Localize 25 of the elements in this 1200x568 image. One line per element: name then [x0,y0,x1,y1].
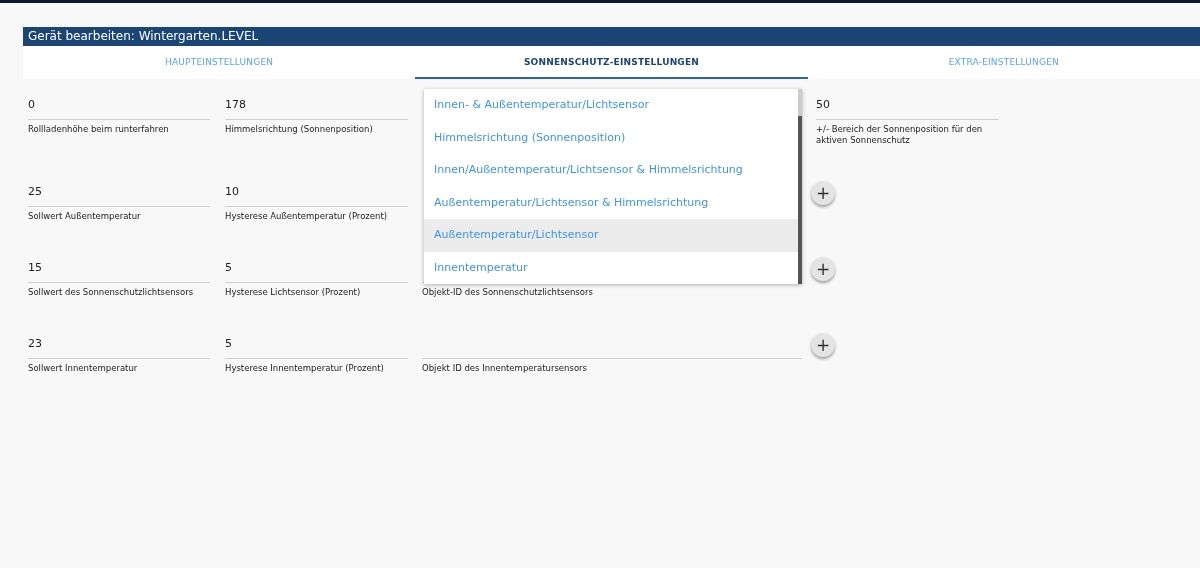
dialog-title: Gerät bearbeiten: Wintergarten.LEVEL [23,27,1200,46]
input-field[interactable]: 25 [28,184,210,207]
input-field[interactable]: 15 [28,260,210,283]
add-button[interactable]: + [811,181,835,205]
field-label: Sollwert des Sonnenschutzlichtsensors [28,287,195,298]
field-label: Objekt-ID des Sonnenschutzlichtsensors [422,287,594,298]
field-label: Sollwert Außentemperatur [28,211,142,222]
input-field[interactable]: 10 [225,184,408,207]
scrollbar-thumb[interactable] [798,116,802,284]
input-field[interactable]: 178 [225,97,408,120]
field-label: Sollwert Innentemperatur [28,363,139,374]
field-label: Hysterese Innentemperatur (Prozent) [225,363,385,374]
field-label: Hysterese Außentemperatur (Prozent) [225,211,389,222]
field-label: Himmelsrichtung (Sonnenposition) [225,124,374,135]
input-field[interactable]: 5 [225,336,408,359]
field-label: Objekt ID des Innentemperatursensors [422,363,589,374]
add-button[interactable]: + [811,257,835,281]
field-label: Rollladenhöhe beim runterfahren [28,124,170,135]
field-label: +/- Bereich der Sonnenposition für den aktiven Sonnenschutz [816,124,984,146]
input-field[interactable]: 5 [225,260,408,283]
field-label: Hysterese Lichtsensor (Prozent) [225,287,362,298]
input-field[interactable]: 50 [816,97,999,120]
input-field[interactable]: 23 [28,336,210,359]
input-field[interactable]: 0 [28,97,210,120]
add-button[interactable]: + [811,333,835,357]
